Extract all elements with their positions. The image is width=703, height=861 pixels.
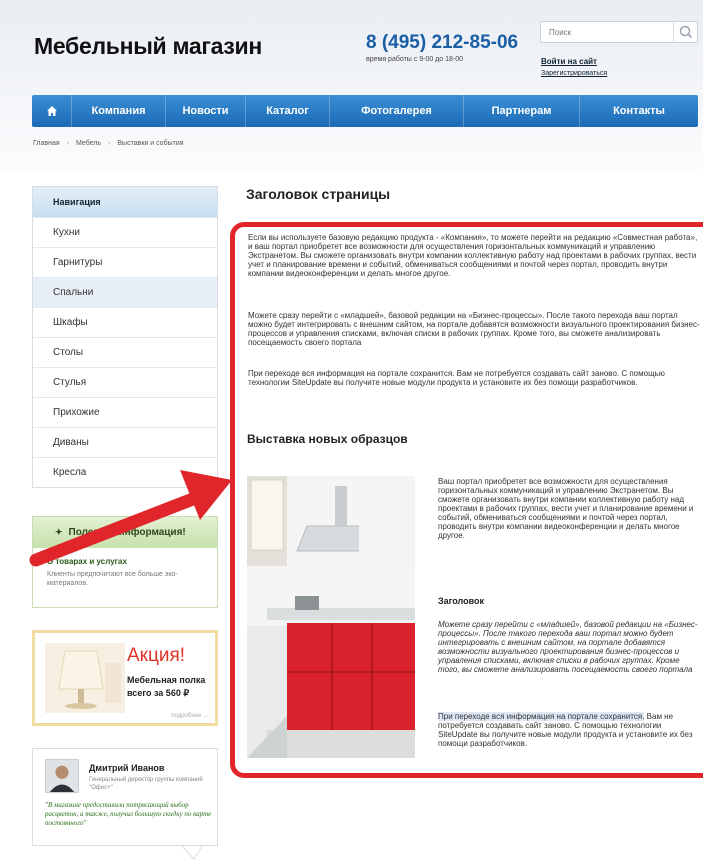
lamp-image [45,643,125,713]
sidebar-item-sofas[interactable]: Диваны [33,427,217,457]
home-icon [46,106,57,117]
side-paragraph-1: Ваш портал приобретет все возможности дл… [438,477,694,540]
reviewer-role: Генеральный директор группы компаний "Оф… [89,777,203,791]
promo-price: всего за 560 ₽ [127,688,190,698]
working-hours: время работы с 9-00 до 18-00 [366,56,463,63]
main-navigation: Компания Новости Каталог Фотогалерея Пар… [32,95,698,127]
sidebar-navigation: Навигация Кухни Гарнитуры Спальни Шкафы … [32,186,218,488]
nav-catalog[interactable]: Каталог [246,95,330,127]
login-link[interactable]: Войти на сайт [541,57,597,66]
breadcrumb-furniture[interactable]: Мебель [76,140,101,147]
search-icon [679,25,693,39]
kitchen-photo [247,476,415,758]
useful-info-title: Полезная информация! [68,527,186,538]
nav-home[interactable] [32,95,72,127]
promo-product: Мебельная полка [127,675,206,685]
breadcrumb-current: Выставки и события [117,140,184,147]
promo-title: Акция! [127,645,186,666]
sidebar-item-wardrobes[interactable]: Шкафы [33,307,217,337]
pin-icon: ✦ [55,527,63,537]
sidebar-item-bedrooms[interactable]: Спальни [33,277,217,307]
promo-more-link[interactable]: подробнее → [171,713,209,719]
sidebar-item-armchairs[interactable]: Кресла [33,457,217,487]
breadcrumb-separator: › [66,140,69,147]
review-quote: "В магазине предоставили потрясающий выб… [45,801,212,827]
useful-info-link[interactable]: О товарах и услугах [47,557,217,566]
side-paragraph-2: Можете сразу перейти с «младшей», базово… [438,620,698,674]
paragraph-3: При переходе вся информация на портале с… [248,369,665,387]
register-link[interactable]: Зарегистрироваться [541,70,607,77]
reviewer-name: Дмитрий Иванов [89,763,165,773]
nav-contacts[interactable]: Контакты [580,95,698,127]
search-box [540,21,698,43]
sidebar-item-hallways[interactable]: Прихожие [33,397,217,427]
promo-banner[interactable]: Акция! Мебельная полка всего за 560 ₽ по… [32,630,218,726]
breadcrumb: Главная › Мебель › Выставки и события [33,140,184,147]
breadcrumb-home[interactable]: Главная [33,140,60,147]
site-logo[interactable]: Мебельный магазин [34,33,262,60]
page-title: Заголовок страницы [246,186,391,202]
section-heading: Выставка новых образцов [247,432,408,446]
sidebar-item-chairs[interactable]: Стулья [33,367,217,397]
speech-bubble-tail [182,846,203,860]
paragraph-2: Можете сразу перейти с «младшей», базово… [248,311,700,347]
side-paragraph-3: При переходе вся информация на портале с… [438,712,700,748]
sidebar-item-kitchens[interactable]: Кухни [33,217,217,247]
search-input[interactable] [541,22,671,43]
nav-partners[interactable]: Партнерам [464,95,580,127]
selected-text-highlight: При переходе вся информация на портале с… [438,712,645,721]
sidebar-title: Навигация [33,187,217,217]
nav-news[interactable]: Новости [166,95,246,127]
nav-company[interactable]: Компания [72,95,166,127]
nav-gallery[interactable]: Фотогалерея [330,95,464,127]
search-button[interactable] [673,22,697,42]
testimonial-box: Дмитрий Иванов Генеральный директор груп… [32,748,218,846]
useful-info-box: ✦ Полезная информация! О товарах и услуга… [32,516,218,608]
side-heading: Заголовок [438,596,485,606]
avatar [45,759,79,793]
sidebar-item-sets[interactable]: Гарнитуры [33,247,217,277]
paragraph-1: Если вы используете базовую редакцию про… [248,233,698,278]
useful-info-header: ✦ Полезная информация! [33,517,217,548]
phone-number: 8 (495) 212-85-06 [366,32,519,53]
breadcrumb-separator: › [108,140,111,147]
useful-info-text: Клиенты предпочитают все больше эко-мате… [47,571,178,587]
sidebar-item-tables[interactable]: Столы [33,337,217,367]
